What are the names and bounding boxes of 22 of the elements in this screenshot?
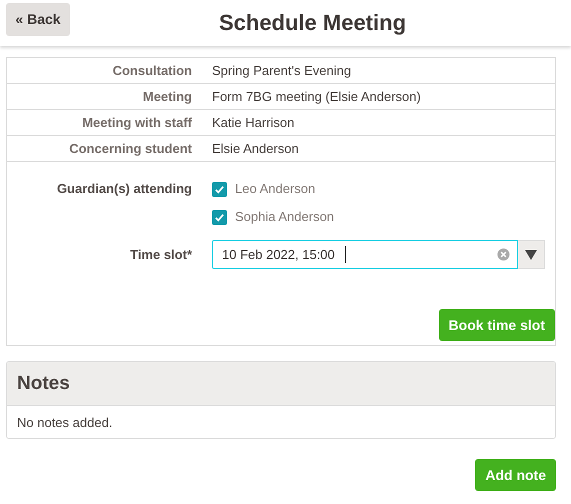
field-value: Form 7BG meeting (Elsie Anderson) (212, 89, 421, 104)
field-label: Guardian(s) attending (56, 180, 193, 198)
empty-notes-text: No notes added. (16, 414, 114, 432)
field-value: Spring Parent's Evening (212, 63, 352, 78)
dropdown-button[interactable] (518, 240, 545, 269)
time-slot-field[interactable]: 10 Feb 2022, 15:00 (212, 240, 518, 269)
back-button[interactable]: « Back (6, 2, 70, 36)
field-label: Time slot* (129, 246, 193, 264)
checkbox[interactable] (212, 182, 227, 196)
checkbox[interactable] (212, 210, 227, 224)
field-value: Elsie Anderson (212, 141, 299, 156)
field-label: Meeting (142, 89, 193, 104)
field-label: Consultation (112, 63, 193, 78)
triangle-down-icon (525, 250, 537, 260)
checkbox-label: Sophia Anderson (235, 208, 334, 226)
clear-icon[interactable] (497, 248, 510, 261)
field-label: Concerning student (68, 141, 193, 156)
checkbox-label: Leo Anderson (235, 180, 316, 198)
field-value: Katie Harrison (212, 115, 294, 130)
page-title: Schedule Meeting (218, 10, 408, 36)
field-label: Meeting with staff (81, 115, 193, 130)
notes-title: Notes (17, 372, 70, 394)
